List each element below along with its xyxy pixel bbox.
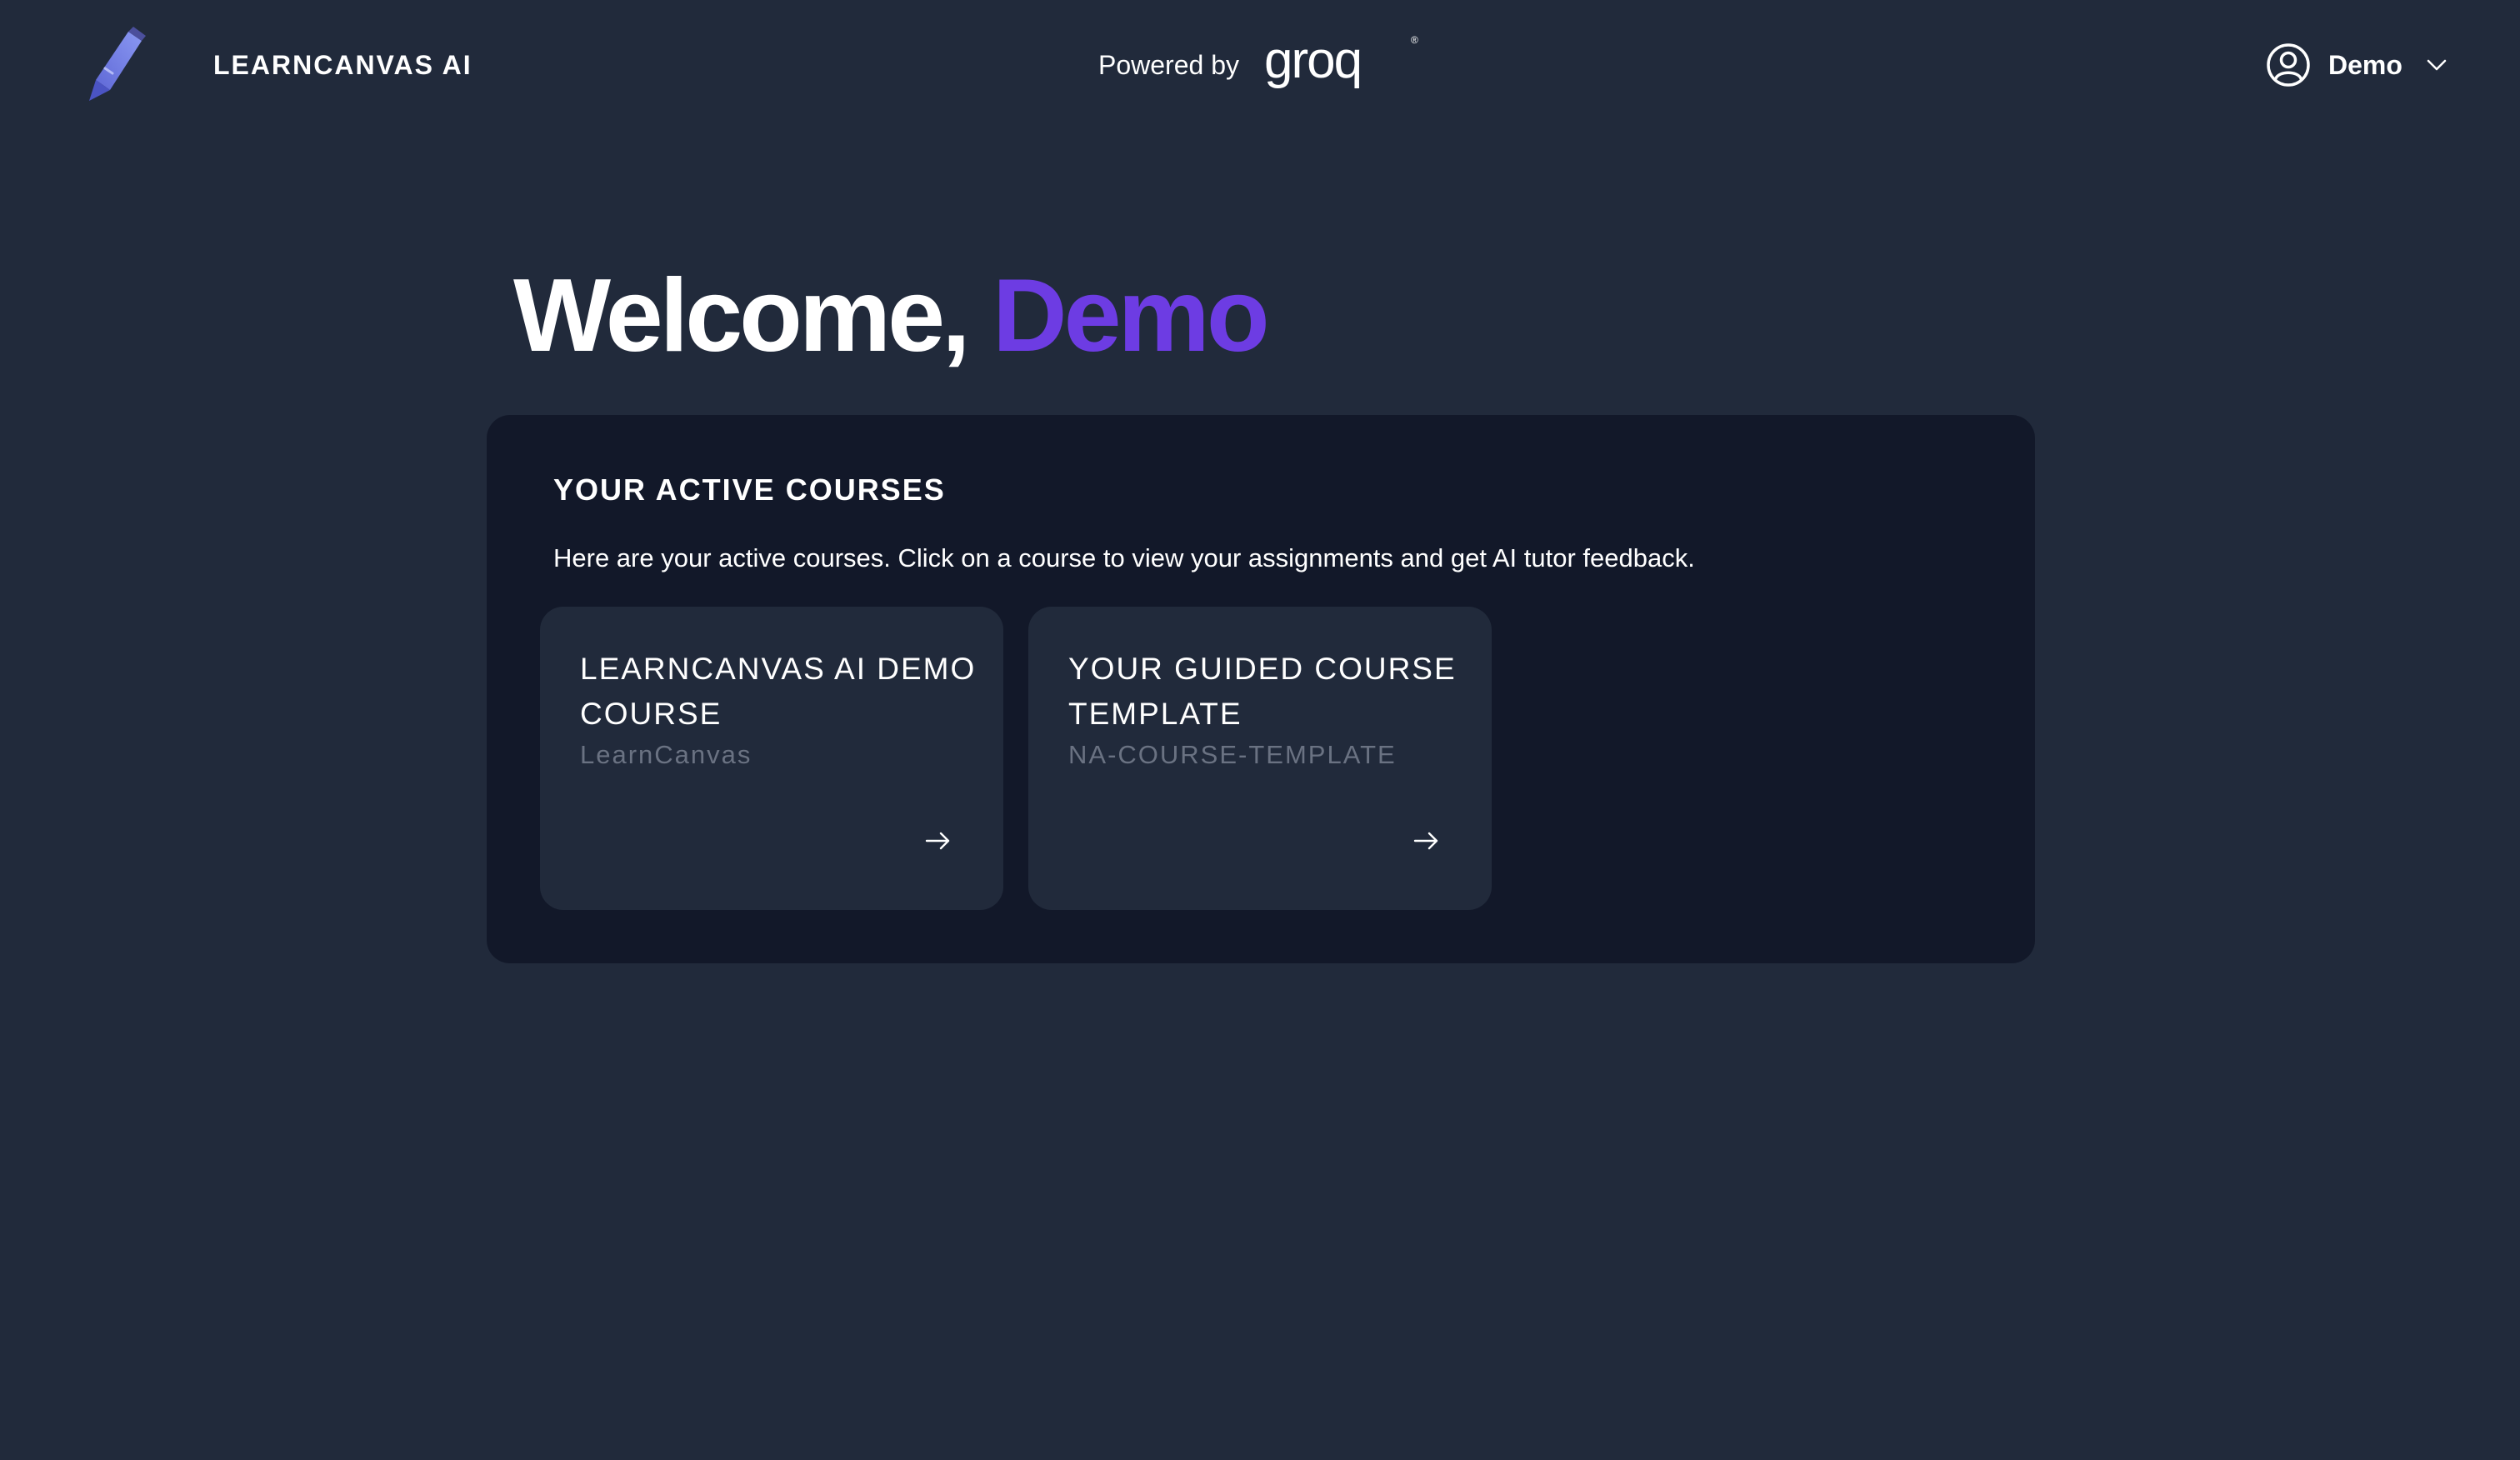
brand-name[interactable]: LEARNCANVAS AI (213, 48, 472, 82)
pencil-icon[interactable] (80, 25, 147, 102)
course-title: LEARNCANVAS AI DEMO COURSE (580, 652, 977, 731)
arrow-right-icon[interactable] (1412, 828, 1442, 853)
active-courses-description: Here are your active courses. Click on a… (553, 543, 1695, 572)
welcome-user-name: Demo (992, 258, 1270, 373)
svg-text:groq: groq (1264, 32, 1361, 89)
course-card[interactable]: YOUR GUIDED COURSE TEMPLATE NA-COURSE-TE… (1028, 607, 1492, 910)
svg-text:®: ® (1411, 34, 1418, 46)
course-code: LearnCanvas (580, 740, 752, 769)
active-courses-title: YOUR ACTIVE COURSES (553, 472, 946, 507)
welcome-greeting: Welcome, (513, 258, 971, 373)
course-title: YOUR GUIDED COURSE TEMPLATE (1068, 652, 1457, 731)
course-code: NA-COURSE-TEMPLATE (1068, 740, 1397, 769)
powered-by: Powered by groq ® (1098, 32, 1422, 98)
groq-logo: groq ® (1264, 32, 1422, 98)
user-circle-icon (2267, 43, 2310, 87)
user-menu-button[interactable]: Demo (2265, 33, 2448, 97)
course-card[interactable]: LEARNCANVAS AI DEMO COURSE LearnCanvas (540, 607, 1003, 910)
welcome-heading: Welcome, Demo (513, 253, 1270, 378)
top-navigation: LEARNCANVAS AI Powered by groq ® Demo (0, 0, 2520, 130)
arrow-right-icon[interactable] (923, 828, 953, 853)
powered-by-label: Powered by (1098, 50, 1239, 80)
user-name: Demo (2328, 50, 2402, 80)
active-courses-panel: YOUR ACTIVE COURSES Here are your active… (487, 415, 2035, 963)
chevron-down-icon (2427, 59, 2447, 71)
